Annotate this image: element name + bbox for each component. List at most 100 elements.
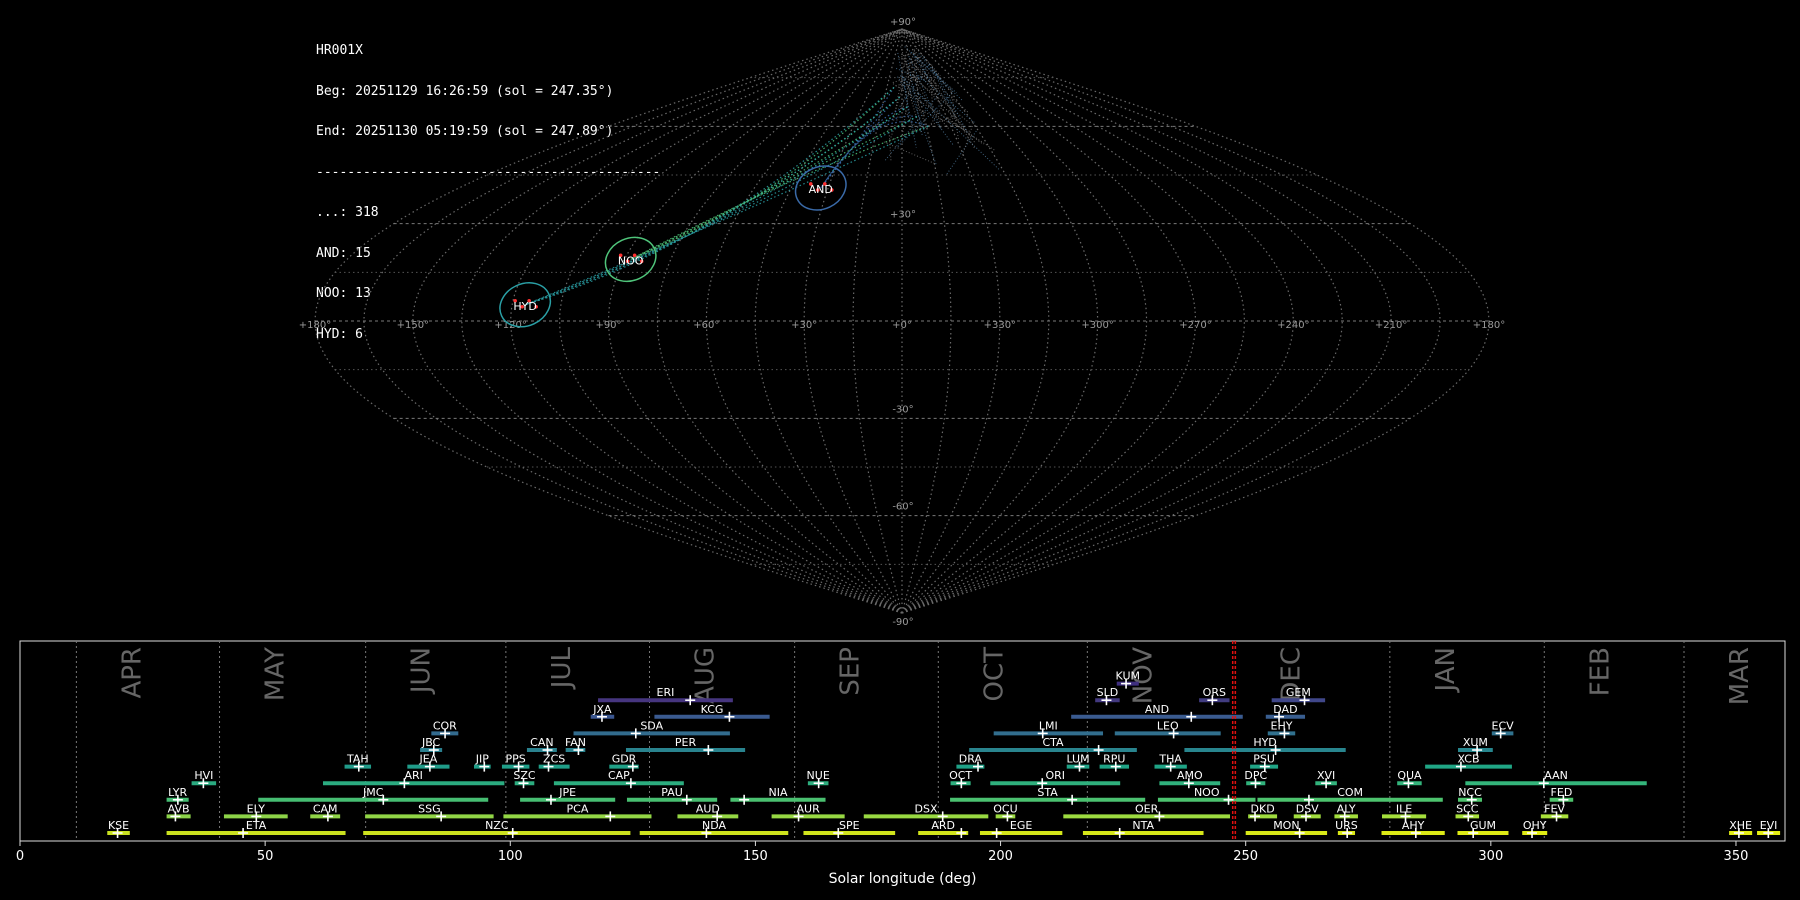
shower-label: OER (1135, 802, 1159, 815)
meteor-trail (889, 56, 920, 140)
meteor-trail (931, 66, 957, 119)
shower-label: AUD (696, 802, 720, 815)
shower-label: LMI (1039, 719, 1058, 732)
shower-label: SLD (1097, 686, 1119, 699)
lat-tick-label: -30° (892, 404, 913, 415)
meteor-trail (630, 96, 901, 260)
shower-timeline: APR MAY JUN JUL AUG SEP OCT NOV DEC JAN FEB MAR0 50 1… (16, 640, 1786, 887)
shower-label: DKD (1251, 802, 1275, 815)
x-axis-label: Solar longitude (deg) (829, 871, 977, 887)
month-label: JAN (1431, 647, 1461, 693)
meteor-trail (630, 86, 895, 260)
shower-label: NUE (807, 769, 830, 782)
shower-label: JEA (419, 753, 438, 766)
shower-label: DSX (915, 802, 938, 815)
meteor-trail (884, 93, 940, 161)
meteor-trail (630, 116, 918, 260)
shower-label: ECV (1492, 719, 1515, 732)
month-label: AUG (691, 647, 721, 704)
meteor-trail (524, 116, 918, 306)
shower-label: NTA (1132, 819, 1154, 832)
shower-label: NDA (702, 819, 727, 832)
lat-tick-label: -60° (892, 502, 913, 513)
shower-label: JPE (558, 786, 576, 799)
shower-label: THA (1158, 753, 1182, 766)
lon-tick-label: +180° (299, 320, 331, 331)
shower-label: ORS (1203, 686, 1226, 699)
shower-label: JIP (475, 753, 489, 766)
shower-label: PSU (1253, 753, 1275, 766)
shower-label: COR (433, 719, 457, 732)
shower-label: AVB (168, 802, 190, 815)
shower-label: RPU (1103, 753, 1125, 766)
shower-label: EGE (1010, 819, 1032, 832)
radiant-label: HYD (513, 300, 536, 313)
shower-label: DAD (1273, 703, 1297, 716)
shower-label: DRA (959, 753, 983, 766)
shower-label: NCC (1458, 786, 1482, 799)
lon-tick-label: +300° (1081, 320, 1113, 331)
meteor-trail (524, 125, 929, 306)
shower-label: ALY (1337, 802, 1356, 815)
x-tick-label: 100 (498, 849, 523, 864)
shower-label: OCU (993, 802, 1017, 815)
shower-label: QUA (1397, 769, 1422, 782)
shower-label: ORI (1045, 769, 1065, 782)
lon-tick-label: +270° (1179, 320, 1211, 331)
lon-tick-label: +330° (984, 320, 1016, 331)
shower-label: SPE (839, 819, 860, 832)
radiant-label: AND (809, 183, 833, 196)
month-label: MAY (261, 647, 291, 701)
shower-label: CTA (1042, 736, 1064, 749)
shower-label: SSG (418, 802, 441, 815)
meteor-trail (913, 49, 975, 149)
lon-tick-label: +60° (693, 320, 719, 331)
lon-tick-label: +120° (494, 320, 526, 331)
shower-label: DSV (1296, 802, 1319, 815)
month-label: OCT (979, 647, 1009, 702)
month-label: JUL (547, 646, 577, 690)
shower-label: CAN (530, 736, 553, 749)
shower-label: ZCS (543, 753, 565, 766)
shower-label: XHE (1729, 819, 1752, 832)
lon-tick-label: +90° (595, 320, 621, 331)
shower-label: COM (1337, 786, 1363, 799)
meteor-trail (892, 45, 909, 122)
shower-label: ERI (657, 686, 675, 699)
x-tick-label: 0 (16, 849, 24, 864)
shower-label: PPS (506, 753, 526, 766)
shower-label: URS (1335, 819, 1358, 832)
shower-label: AUR (797, 802, 821, 815)
shower-label: XUM (1463, 736, 1488, 749)
shower-label: SDA (640, 719, 663, 732)
lon-tick-label: +0° (892, 320, 912, 331)
month-label: SEP (836, 647, 866, 696)
lon-tick-label: +240° (1277, 320, 1309, 331)
meteor-trail (918, 75, 976, 124)
lon-tick-label: +30° (791, 320, 817, 331)
meteor-trail (904, 46, 957, 94)
x-tick-label: 200 (988, 849, 1013, 864)
meteor-trail (888, 129, 892, 161)
shower-label: JMC (362, 786, 384, 799)
lat-tick-label: +90° (890, 17, 916, 28)
shower-label: FAN (565, 736, 586, 749)
shower-label: STA (1037, 786, 1058, 799)
shower-label: GUM (1470, 819, 1496, 832)
month-label: APR (117, 647, 147, 699)
shower-label: PAU (661, 786, 683, 799)
shower-label: PER (675, 736, 697, 749)
meteor-trail (930, 76, 933, 111)
lon-tick-label: +210° (1375, 320, 1407, 331)
shower-label: XVI (1317, 769, 1335, 782)
shower-label: AND (1145, 703, 1169, 716)
shower-label: ARD (931, 819, 955, 832)
month-label: MAR (1725, 647, 1755, 705)
shower-label: MON (1273, 819, 1299, 832)
shower-label: AAN (1544, 769, 1568, 782)
shower-label: NZC (485, 819, 509, 832)
meteor-trail (901, 91, 910, 136)
shower-label: FEV (1544, 802, 1565, 815)
lat-tick-label: +30° (890, 210, 916, 221)
shower-label: ARI (404, 769, 422, 782)
